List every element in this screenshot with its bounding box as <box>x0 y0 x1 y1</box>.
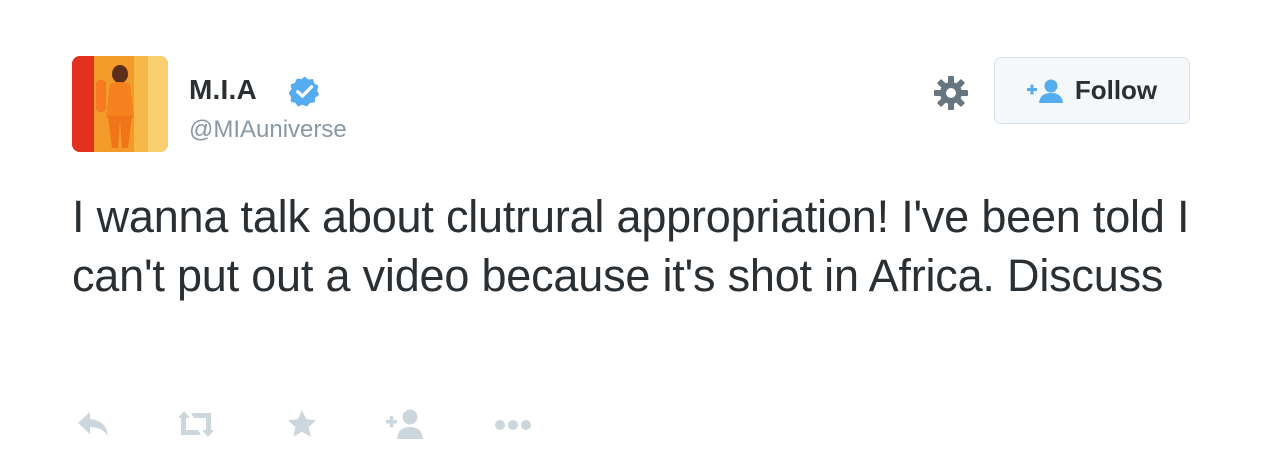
gear-icon[interactable] <box>932 74 970 112</box>
reply-icon[interactable] <box>76 408 110 440</box>
verified-badge-icon <box>288 76 320 107</box>
display-name[interactable]: M.I.A <box>189 72 257 108</box>
retweet-icon[interactable] <box>176 408 216 440</box>
avatar-image-icon <box>72 56 168 152</box>
tweet-text: I wanna talk about clutrural appropriati… <box>72 191 1190 301</box>
follow-user-plus-icon <box>1026 79 1063 103</box>
tweet-card: M.I.A @MIAuniverse Follow I wanna talk a… <box>0 0 1267 465</box>
avatar[interactable] <box>72 56 168 152</box>
more-dots-icon[interactable] <box>492 408 534 440</box>
user-plus-icon[interactable] <box>384 408 424 440</box>
star-icon[interactable] <box>286 408 318 440</box>
follow-button-label: Follow <box>1074 75 1158 105</box>
user-handle[interactable]: @MIAuniverse <box>189 115 347 145</box>
follow-button[interactable]: Follow <box>994 57 1190 124</box>
